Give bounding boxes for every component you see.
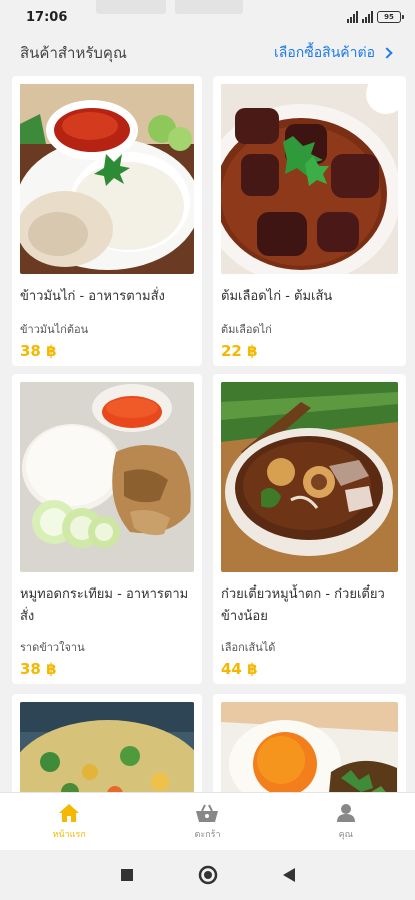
section-title: สินค้าสำหรับคุณ <box>20 44 127 62</box>
notification-ghost <box>96 0 166 14</box>
notification-ghost <box>175 0 243 14</box>
product-image <box>20 84 194 274</box>
see-more-link[interactable]: เลือกซื้อสินค้าต่อ <box>273 42 393 64</box>
person-icon <box>336 803 355 822</box>
product-image <box>221 84 398 274</box>
product-card[interactable]: ต้มเลือดไก่ - ต้มเส้น ต้มเลือดไก่ 22 ฿ <box>213 76 406 366</box>
product-name: หมูทอดกระเทียม - อาหารตามสั่ง <box>20 587 189 624</box>
product-option: ต้มเลือดไก่ <box>221 323 272 336</box>
home-circle-icon[interactable] <box>198 865 218 885</box>
product-card[interactable]: หมูทอดกระเทียม - อาหารตามสั่ง ราดข้าวใจา… <box>12 374 202 684</box>
product-name: ข้าวมันไก่ - อาหารตามสั่ง <box>20 289 165 304</box>
product-price: 22 ฿ <box>221 342 258 360</box>
system-nav-bar <box>0 850 415 900</box>
nav-basket[interactable]: ตะกร้า <box>138 793 276 850</box>
signal-icon <box>347 11 358 23</box>
product-price: 38 ฿ <box>20 660 57 678</box>
nav-home-label: หน้าแรก <box>52 829 86 840</box>
product-option: ข้าวมันไก่ต้อน <box>20 323 89 336</box>
product-name: ต้มเลือดไก่ - ต้มเส้น <box>221 289 333 304</box>
nav-profile-label: คุณ <box>338 829 353 840</box>
back-icon[interactable] <box>282 867 296 883</box>
product-price: 44 ฿ <box>221 660 258 678</box>
nav-home[interactable]: หน้าแรก <box>0 793 138 850</box>
recents-icon[interactable] <box>120 868 134 882</box>
home-icon <box>59 803 80 822</box>
status-bar: 17:06 95 <box>0 0 415 34</box>
nav-basket-label: ตะกร้า <box>194 829 221 840</box>
chevron-right-icon <box>381 47 393 59</box>
product-option: เลือกเส้นได้ <box>221 641 276 654</box>
bottom-nav: หน้าแรก ตะกร้า คุณ <box>0 792 415 850</box>
signal-icon <box>362 11 373 23</box>
see-more-label: เลือกซื้อสินค้าต่อ <box>273 45 375 61</box>
nav-profile[interactable]: คุณ <box>277 793 415 850</box>
battery-level: 95 <box>384 13 394 21</box>
product-card[interactable]: ก๋วยเตี๋ยวหมูน้ำตก - ก๋วยเตี๋ยวข้างน้อย … <box>213 374 406 684</box>
product-card[interactable]: ข้าวมันไก่ - อาหารตามสั่ง ข้าวมันไก่ต้อน… <box>12 76 202 366</box>
status-time: 17:06 <box>26 9 68 25</box>
battery-icon: 95 <box>377 11 404 23</box>
product-image <box>221 382 398 572</box>
basket-icon <box>196 804 219 822</box>
section-header: สินค้าสำหรับคุณ เลือกซื้อสินค้าต่อ <box>0 34 415 72</box>
product-price: 38 ฿ <box>20 342 57 360</box>
product-name: ก๋วยเตี๋ยวหมูน้ำตก - ก๋วยเตี๋ยวข้างน้อย <box>221 587 385 624</box>
product-image <box>20 382 194 572</box>
product-option: ราดข้าวใจาน <box>20 641 85 654</box>
